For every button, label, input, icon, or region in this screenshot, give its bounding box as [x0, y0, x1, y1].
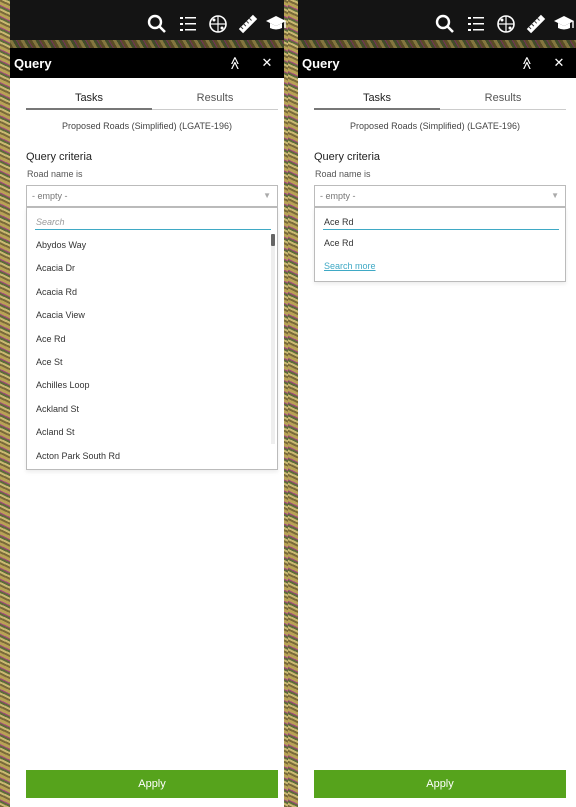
chevron-down-icon: ▼ [551, 191, 559, 200]
chevron-down-icon: ▼ [263, 191, 271, 200]
list-item[interactable]: Acton Park South Rd [27, 445, 267, 468]
map-background [0, 0, 10, 807]
list-item[interactable]: Ace Rd [315, 232, 555, 255]
list-item[interactable]: Acacia View [27, 304, 267, 327]
dropdown-list: Abydos Way Acacia Dr Acacia Rd Acacia Vi… [27, 234, 267, 468]
close-icon[interactable]: ✕ [256, 52, 278, 74]
map-toolbar [298, 0, 576, 48]
query-header: Query ≫ ✕ [298, 48, 576, 78]
list-item[interactable]: Acacia Dr [27, 257, 267, 280]
panel-title: Query [302, 55, 340, 71]
palette-icon[interactable] [206, 12, 230, 36]
list-icon[interactable] [464, 12, 488, 36]
select-value: - empty - [320, 191, 356, 201]
palette-icon[interactable] [494, 12, 518, 36]
criteria-title: Query criteria [26, 151, 93, 163]
graduation-cap-icon[interactable] [552, 12, 576, 36]
map-background [288, 0, 298, 807]
select-value: - empty - [32, 191, 68, 201]
tab-results[interactable]: Results [152, 88, 278, 109]
collapse-icon[interactable]: ≫ [516, 52, 538, 74]
search-input[interactable] [323, 214, 559, 230]
scrollbar[interactable] [271, 234, 275, 444]
panel-title: Query [14, 55, 52, 71]
search-more-link[interactable]: Search more [324, 261, 376, 271]
list-item[interactable]: Ace St [27, 351, 267, 374]
query-header: Query ≫ ✕ [10, 48, 284, 78]
dropdown-menu: Ace Rd Search more [314, 207, 566, 282]
list-item[interactable]: Abydos Way [27, 234, 267, 257]
tab-tasks[interactable]: Tasks [314, 88, 440, 110]
list-item[interactable]: Acacia Rd [27, 281, 267, 304]
search-icon[interactable] [433, 12, 457, 36]
graduation-cap-icon[interactable] [264, 12, 288, 36]
list-item[interactable]: Ackland St [27, 398, 267, 421]
tab-tasks[interactable]: Tasks [26, 88, 152, 110]
road-name-select[interactable]: - empty - ▼ [26, 185, 278, 207]
ruler-icon[interactable] [524, 12, 548, 36]
query-panel-right: Query ≫ ✕ Tasks Results Proposed Roads (… [288, 0, 576, 807]
query-panel-left: Query ≫ ✕ Tasks Results Proposed Roads (… [0, 0, 288, 807]
scrollbar-thumb[interactable] [271, 234, 275, 246]
criteria-title: Query criteria [314, 151, 381, 163]
list-item[interactable]: Achilles Loop [27, 374, 267, 397]
close-icon[interactable]: ✕ [548, 52, 570, 74]
tab-bar: Tasks Results [26, 88, 278, 110]
ruler-icon[interactable] [236, 12, 260, 36]
map-background [298, 40, 576, 48]
list-item[interactable]: Ace Rd [27, 328, 267, 351]
search-input[interactable] [35, 214, 271, 230]
search-icon[interactable] [145, 12, 169, 36]
map-background [10, 40, 284, 48]
criteria-label: Road name is [315, 169, 371, 179]
tab-results[interactable]: Results [440, 88, 566, 109]
apply-button[interactable]: Apply [26, 770, 278, 798]
dropdown-list: Ace Rd [315, 232, 555, 255]
tab-bar: Tasks Results [314, 88, 566, 110]
list-item[interactable]: Acland St [27, 421, 267, 444]
layer-name: Proposed Roads (Simplified) (LGATE-196) [62, 121, 232, 131]
collapse-icon[interactable]: ≫ [224, 52, 246, 74]
dropdown-menu: Abydos Way Acacia Dr Acacia Rd Acacia Vi… [26, 207, 278, 470]
criteria-label: Road name is [27, 169, 83, 179]
layer-name: Proposed Roads (Simplified) (LGATE-196) [350, 121, 520, 131]
road-name-select[interactable]: - empty - ▼ [314, 185, 566, 207]
map-toolbar [10, 0, 286, 48]
list-icon[interactable] [176, 12, 200, 36]
apply-button[interactable]: Apply [314, 770, 566, 798]
